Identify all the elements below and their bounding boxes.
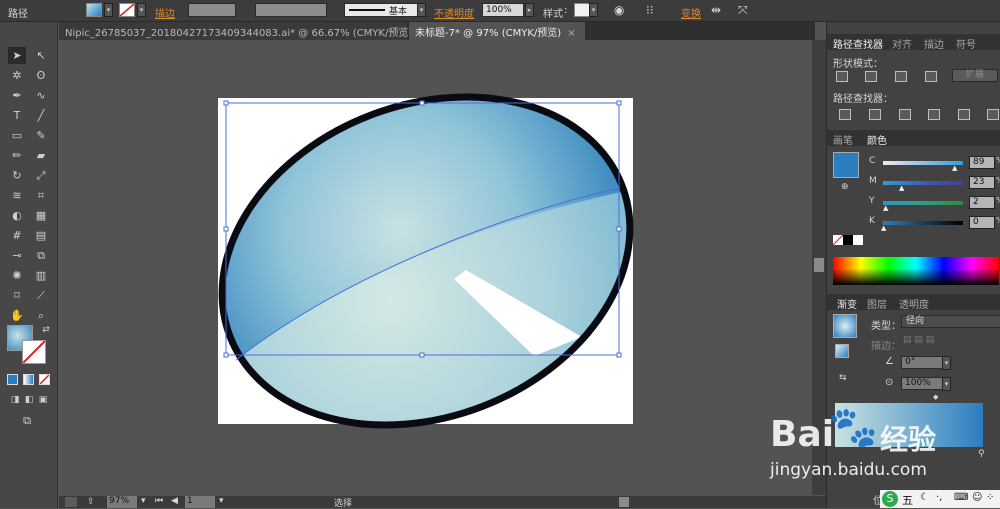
reverse-gradient-icon[interactable]: ⇆ [839,373,847,383]
channel-label-k: K [869,216,875,226]
tab-brushes[interactable]: 画笔 [833,132,853,147]
watermark-brand: Bai [770,414,835,455]
white-swatch[interactable] [853,235,863,245]
export-icon[interactable]: ⇪ [87,497,95,507]
artboard-field[interactable]: 1 [185,496,215,508]
minus-front-button[interactable] [865,71,877,82]
trim-button[interactable] [869,109,881,120]
exclude-button[interactable] [925,71,937,82]
stroke-gradient-preview[interactable] [835,344,849,358]
channel-slider-m[interactable] [883,181,963,185]
angle-dropdown[interactable]: ▾ [942,356,951,370]
angle-icon: ∠ [885,356,894,367]
keyboard-icon[interactable]: ⌨ [954,492,968,503]
stroke-gradient-label: 描边： [871,341,901,352]
channel-label-c: C [869,156,876,166]
tab-layers[interactable]: 图层 [867,296,887,311]
tab-transparency[interactable]: 透明度 [899,296,929,311]
intersect-button[interactable] [895,71,907,82]
gamut-warning-icon[interactable]: ⊕ [841,182,849,192]
ime-toolbar: S 五 ☾ ·, ⌨ ☺ ⁘ [880,490,1000,508]
tab-pathfinder[interactable]: 路径查找器 [833,36,883,51]
tab-align[interactable]: 对齐 [892,36,912,51]
current-tool-status: 选择 [334,499,353,509]
quick-swatches[interactable] [832,234,863,246]
zoom-dropdown-icon[interactable]: ▾ [141,496,146,506]
none-swatch[interactable] [832,234,844,246]
shape-modes-label: 形状模式： [833,59,883,70]
ime-mode[interactable]: 五 [902,492,913,508]
channel-slider-k[interactable] [883,221,963,225]
channel-label-y: Y [869,196,875,206]
grid-icon[interactable]: ⁘ [986,492,994,503]
gradient-stop-icon[interactable]: ⚲ [978,449,985,459]
channel-unit: % [996,196,1000,205]
angle-field[interactable]: 0° [901,356,943,369]
crop-button[interactable] [928,109,940,120]
gradient-type-select[interactable]: 径向 [901,315,1000,328]
status-icon[interactable] [65,497,77,507]
current-color-swatch[interactable] [833,152,859,178]
tab-symbols[interactable]: 符号 [956,36,976,51]
user-icon[interactable]: ☺ [972,492,982,503]
watermark-url: jingyan.baidu.com [770,460,927,480]
slider-handle-icon[interactable]: ▲ [952,164,957,172]
channel-value-c[interactable]: 89 [969,156,995,169]
channel-value-y[interactable]: 2 [969,196,995,209]
ime-logo-icon[interactable]: S [882,491,898,507]
unite-button[interactable] [836,71,848,82]
channel-slider-y[interactable] [883,201,963,205]
moon-icon[interactable]: ☾ [920,492,929,503]
outline-button[interactable] [958,109,970,120]
stroke-gradient-options-icon[interactable]: ▤ ▤ ▤ [903,335,934,345]
pathfinders-label: 路径查找器： [833,94,893,105]
horizontal-scroll-thumb[interactable] [619,497,629,507]
aspect-ratio-field[interactable]: 100% [901,377,943,390]
black-swatch[interactable] [843,235,853,245]
artboard-dropdown-icon[interactable]: ▾ [219,496,224,506]
baidu-watermark: Bai 🐾 经验 jingyan.baidu.com [770,400,970,490]
slider-handle-icon[interactable]: ▲ [899,184,904,192]
color-tab-row: 画笔 颜色 [827,130,1000,147]
tab-stroke[interactable]: 描边 [924,36,944,51]
channel-slider-c[interactable] [883,161,963,165]
channel-unit: % [996,176,1000,185]
aspect-ratio-dropdown[interactable]: ▾ [942,377,951,391]
scroll-thumb[interactable] [814,258,824,272]
channel-unit: % [996,216,1000,225]
divide-button[interactable] [839,109,851,120]
watermark-brand-end: 经验 [880,423,937,456]
tab-gradient[interactable]: 渐变 [837,296,857,311]
channel-unit: % [996,156,1000,165]
channel-value-m[interactable]: 23 [969,176,995,189]
gradient-type-label: 类型： [871,321,901,332]
color-spectrum[interactable] [833,257,999,285]
first-artboard-icon[interactable]: ⏮ [155,496,163,506]
paw-logo-icon: 🐾 [828,405,878,451]
minus-back-button[interactable] [987,109,999,120]
zoom-field[interactable]: 97% [107,496,137,508]
pathfinder-tab-row: 路径查找器 对齐 描边 符号 [827,34,1000,51]
punctuation-icon[interactable]: ·, [936,492,942,503]
aspect-ratio-icon: ⊙ [885,377,894,388]
expand-button[interactable]: 扩展 [952,69,998,82]
merge-button[interactable] [899,109,911,120]
status-bar: ⇪ 97% ▾ ⏮ ◀ 1 ▾ 选择 [59,496,826,509]
channel-value-k[interactable]: 0 [969,216,995,229]
tab-color[interactable]: 颜色 [867,132,887,147]
prev-artboard-icon[interactable]: ◀ [171,496,178,506]
gradient-tab-row: 渐变 图层 透明度 [827,294,1000,311]
slider-handle-icon[interactable]: ▲ [883,204,888,212]
slider-handle-icon[interactable]: ▲ [881,224,886,232]
channel-label-m: M [869,176,877,186]
gradient-preview[interactable] [833,314,857,338]
